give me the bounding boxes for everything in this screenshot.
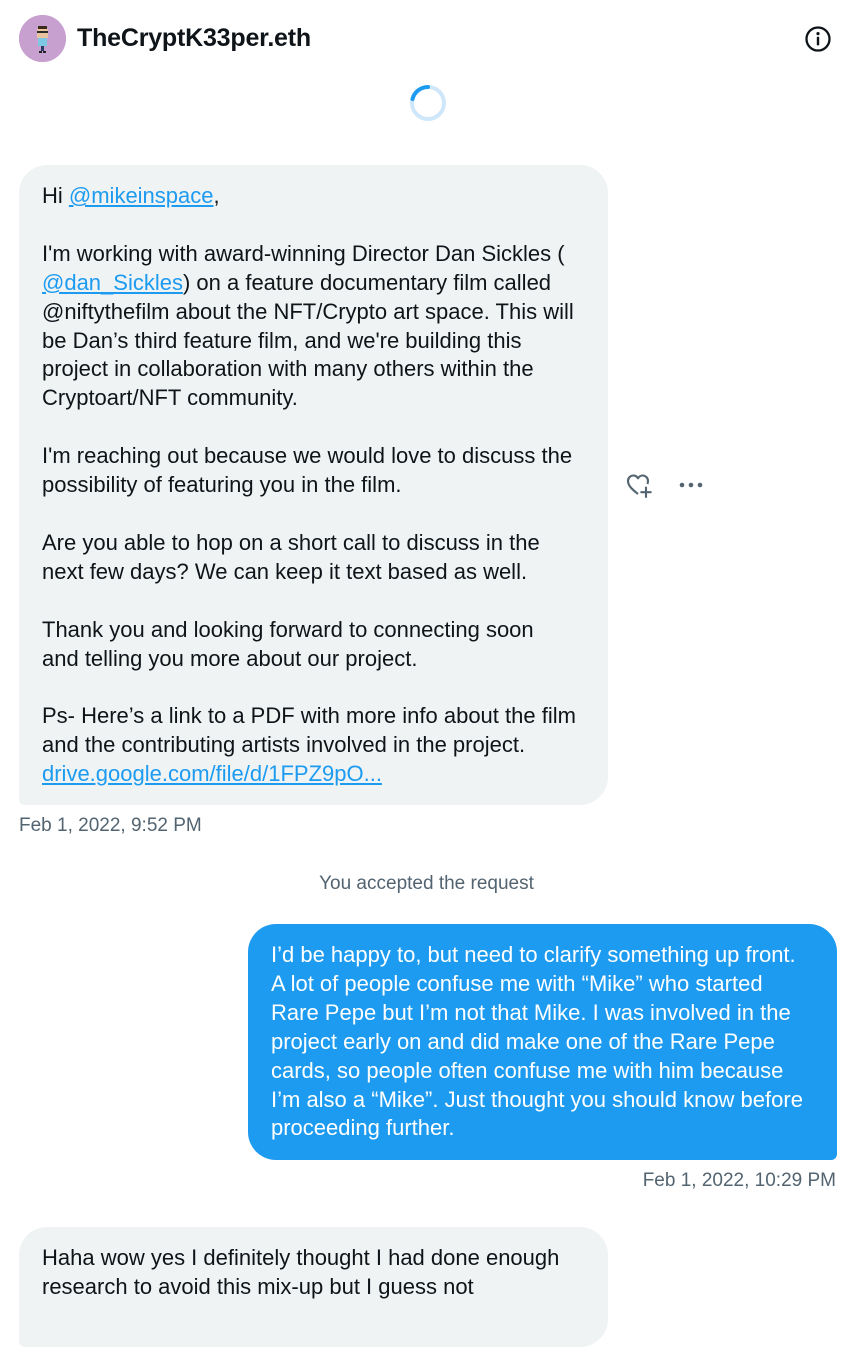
message-paragraph: I'm working with award-winning Director …: [42, 240, 565, 266]
react-button[interactable]: [624, 470, 654, 500]
conversation-title: TheCryptK33per.eth: [77, 24, 311, 52]
message-greeting-suffix: ,: [213, 183, 220, 208]
message-paragraph: I'm reaching out because we would love t…: [42, 443, 573, 498]
more-horizontal-icon: [679, 482, 703, 488]
avatar[interactable]: [19, 15, 66, 62]
mention-link[interactable]: @mikeinspace: [69, 183, 214, 208]
info-icon: [805, 26, 831, 52]
message-paragraph: Thank you and looking forward to connect…: [42, 616, 534, 671]
mention-link[interactable]: @dan_Sickles: [42, 270, 183, 295]
info-button[interactable]: [803, 24, 833, 54]
incoming-message-bubble[interactable]: Haha wow yes I definitely thought I had …: [19, 1227, 608, 1347]
loading-spinner-icon: [410, 85, 446, 121]
incoming-message-bubble[interactable]: Hi @mikeinspace, I'm working with award-…: [19, 165, 608, 805]
outgoing-message-bubble[interactable]: I’d be happy to, but need to clarify som…: [248, 924, 837, 1160]
conversation-header: TheCryptK33per.eth: [0, 0, 853, 80]
message-greeting: Hi: [42, 183, 69, 208]
heart-plus-icon: [626, 474, 652, 499]
pixel-character-icon: [19, 15, 66, 62]
message-paragraph: Ps- Here’s a link to a PDF with more inf…: [42, 703, 576, 758]
more-options-button[interactable]: [676, 470, 706, 500]
message-timestamp: Feb 1, 2022, 10:29 PM: [642, 1170, 836, 1191]
message-paragraph: Are you able to hop on a short call to d…: [42, 529, 540, 584]
system-notice: You accepted the request: [319, 873, 534, 894]
message-timestamp: Feb 1, 2022, 9:52 PM: [19, 815, 202, 836]
drive-link[interactable]: drive.google.com/file/d/1FPZ9pO...: [42, 761, 382, 786]
